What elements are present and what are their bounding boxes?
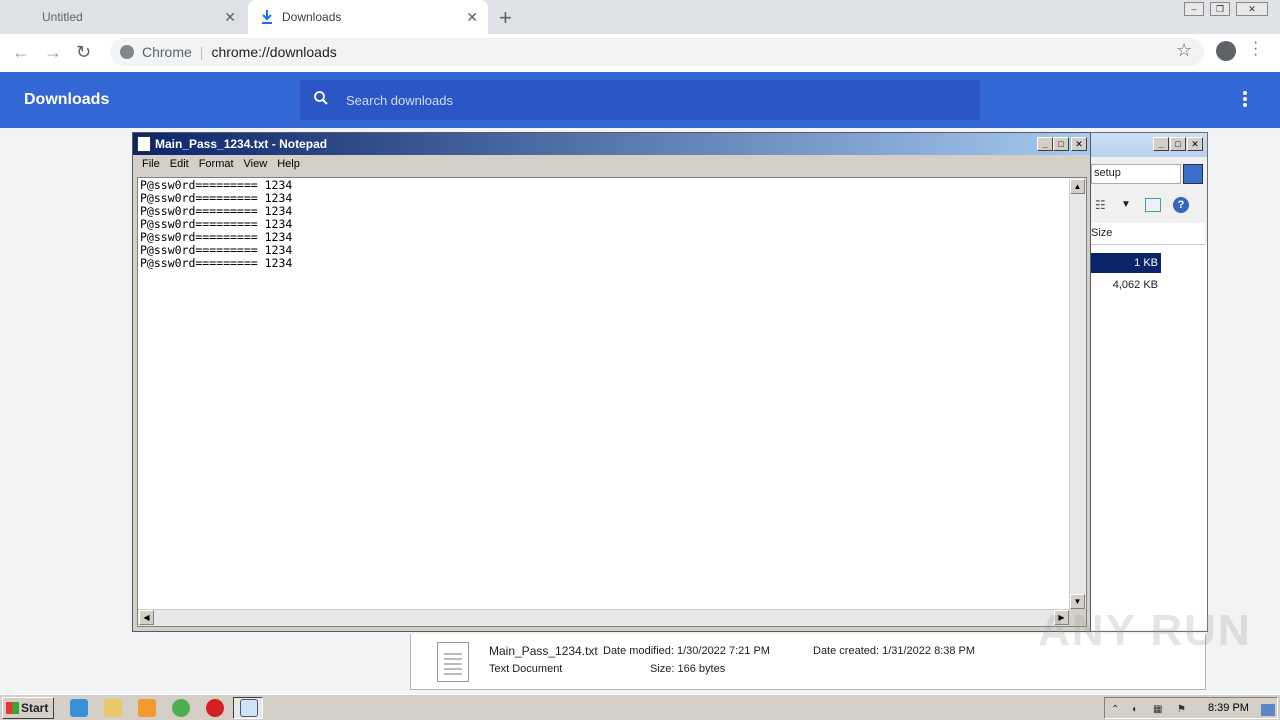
close-icon[interactable]: ✕: [224, 9, 236, 26]
file-type: Text Document: [489, 663, 563, 675]
restore-button[interactable]: ❐: [1210, 2, 1230, 16]
chrome-taskbar-icon[interactable]: [172, 699, 190, 717]
show-desktop-icon[interactable]: [1261, 704, 1275, 716]
notepad-title: Main_Pass_1234.txt - Notepad: [155, 137, 328, 151]
omnibox-separator: |: [199, 44, 204, 60]
tab-untitled[interactable]: Untitled ✕: [0, 0, 246, 34]
show-hidden-icons-icon[interactable]: ⌃: [1111, 704, 1123, 716]
ie-icon[interactable]: [70, 699, 88, 717]
vertical-scrollbar[interactable]: ▲ ▼: [1069, 178, 1086, 610]
explorer-window: _ □ ✕ setup ☷ ▼ ? Size 1 KB 4,062 KB: [1088, 132, 1208, 632]
tab-strip: Untitled ✕ Downloads ✕ + – ❐ ✕: [0, 0, 1280, 34]
tab-label: Untitled: [42, 10, 83, 24]
file-size: Size: 166 bytes: [650, 663, 726, 675]
download-icon: [262, 10, 272, 24]
menu-help[interactable]: Help: [272, 155, 305, 175]
omnibox-scheme: Chrome: [142, 44, 192, 60]
menu-bar: File Edit Format View Help: [133, 155, 1090, 175]
address-bar[interactable]: Chrome | chrome://downloads: [110, 38, 1204, 66]
media-player-icon[interactable]: [138, 699, 156, 717]
downloads-search[interactable]: [300, 80, 980, 120]
page-title: Downloads: [24, 91, 110, 108]
downloads-header: Downloads: [0, 72, 1280, 128]
browser-toolbar: ← → ↻ Chrome | chrome://downloads ☆ · · ·: [0, 34, 1280, 72]
menu-view[interactable]: View: [239, 155, 273, 175]
bookmark-star-icon[interactable]: ☆: [1176, 40, 1192, 61]
system-tray: ⌃ ◖ ▦ ⚑: [1104, 697, 1278, 719]
maximize-button[interactable]: □: [1053, 137, 1069, 151]
explorer-close-button[interactable]: ✕: [1187, 137, 1203, 151]
scroll-up-icon[interactable]: ▲: [1070, 179, 1085, 194]
clock[interactable]: 8:39 PM: [1208, 702, 1249, 714]
notepad-icon: [240, 699, 258, 717]
network-icon[interactable]: ▦: [1153, 704, 1165, 716]
explorer-search-input[interactable]: setup: [1091, 164, 1181, 184]
profile-icon[interactable]: [1216, 41, 1236, 61]
reload-button[interactable]: ↻: [76, 42, 91, 63]
action-center-flag-icon[interactable]: ⚑: [1177, 704, 1189, 716]
notepad-window: Main_Pass_1234.txt - Notepad _ □ ✕ File …: [132, 132, 1091, 632]
menu-format[interactable]: Format: [194, 155, 239, 175]
minimize-button[interactable]: _: [1037, 137, 1053, 151]
list-item[interactable]: 1 KB: [1091, 253, 1161, 273]
taskbar: Start ⌃ ◖ ▦ ⚑ 8:39 PM: [0, 694, 1280, 720]
notepad-taskbar-button[interactable]: [233, 697, 263, 719]
volume-icon[interactable]: ◖: [1131, 704, 1143, 716]
explorer-search-icon[interactable]: [1183, 164, 1203, 184]
size-column-header[interactable]: Size: [1089, 223, 1205, 245]
explorer-maximize-button[interactable]: □: [1170, 137, 1186, 151]
menu-file[interactable]: File: [137, 155, 165, 175]
search-input[interactable]: [346, 80, 946, 120]
chrome-menu-icon[interactable]: · · ·: [1253, 35, 1258, 63]
back-button[interactable]: ←: [12, 42, 30, 63]
close-button[interactable]: ✕: [1071, 137, 1087, 151]
text-line: P@ssw0rd========= 1234: [140, 256, 293, 270]
opera-icon[interactable]: [206, 699, 224, 717]
notepad-icon: [137, 136, 151, 152]
menu-edit[interactable]: Edit: [165, 155, 194, 175]
help-icon[interactable]: ?: [1173, 197, 1189, 213]
horizontal-scrollbar[interactable]: ◀ ▶: [138, 609, 1070, 626]
explorer-toolbar: ☷ ▼ ?: [1089, 193, 1207, 219]
new-tab-button[interactable]: +: [499, 5, 512, 31]
forward-button[interactable]: →: [44, 42, 62, 63]
text-editor[interactable]: P@ssw0rd========= 1234 P@ssw0rd========= …: [137, 177, 1087, 627]
windows-logo-icon: [6, 702, 19, 714]
preview-pane-icon[interactable]: [1145, 198, 1161, 212]
omnibox-url: chrome://downloads: [211, 44, 337, 60]
list-item[interactable]: 4,062 KB: [1091, 275, 1161, 295]
start-button[interactable]: Start: [2, 697, 54, 719]
start-label: Start: [21, 701, 49, 715]
notepad-titlebar[interactable]: Main_Pass_1234.txt - Notepad: [133, 133, 1090, 155]
editor-text: P@ssw0rd========= 1234 P@ssw0rd========= …: [140, 179, 292, 270]
tab-downloads[interactable]: Downloads ✕: [248, 0, 488, 34]
watermark: ANY RUN: [1038, 606, 1252, 655]
search-icon: [314, 91, 328, 105]
more-actions-icon[interactable]: [1243, 91, 1247, 109]
file-list: 1 KB 4,062 KB: [1089, 245, 1207, 630]
file-name: Main_Pass_1234.txt: [489, 644, 598, 658]
chrome-icon: [120, 45, 134, 59]
date-modified: Date modified: 1/30/2022 7:21 PM: [603, 645, 770, 657]
close-window-button[interactable]: ✕: [1236, 2, 1268, 16]
view-options-icon[interactable]: ☷: [1095, 198, 1106, 212]
explorer-minimize-button[interactable]: _: [1153, 137, 1169, 151]
date-created: Date created: 1/31/2022 8:38 PM: [813, 645, 976, 657]
folder-icon[interactable]: [104, 699, 122, 717]
text-document-icon: [437, 642, 469, 682]
scroll-left-icon[interactable]: ◀: [139, 610, 154, 625]
tab-label: Downloads: [282, 10, 342, 24]
minimize-button[interactable]: –: [1184, 2, 1204, 16]
chevron-down-icon[interactable]: ▼: [1121, 199, 1131, 210]
close-icon[interactable]: ✕: [466, 9, 478, 26]
